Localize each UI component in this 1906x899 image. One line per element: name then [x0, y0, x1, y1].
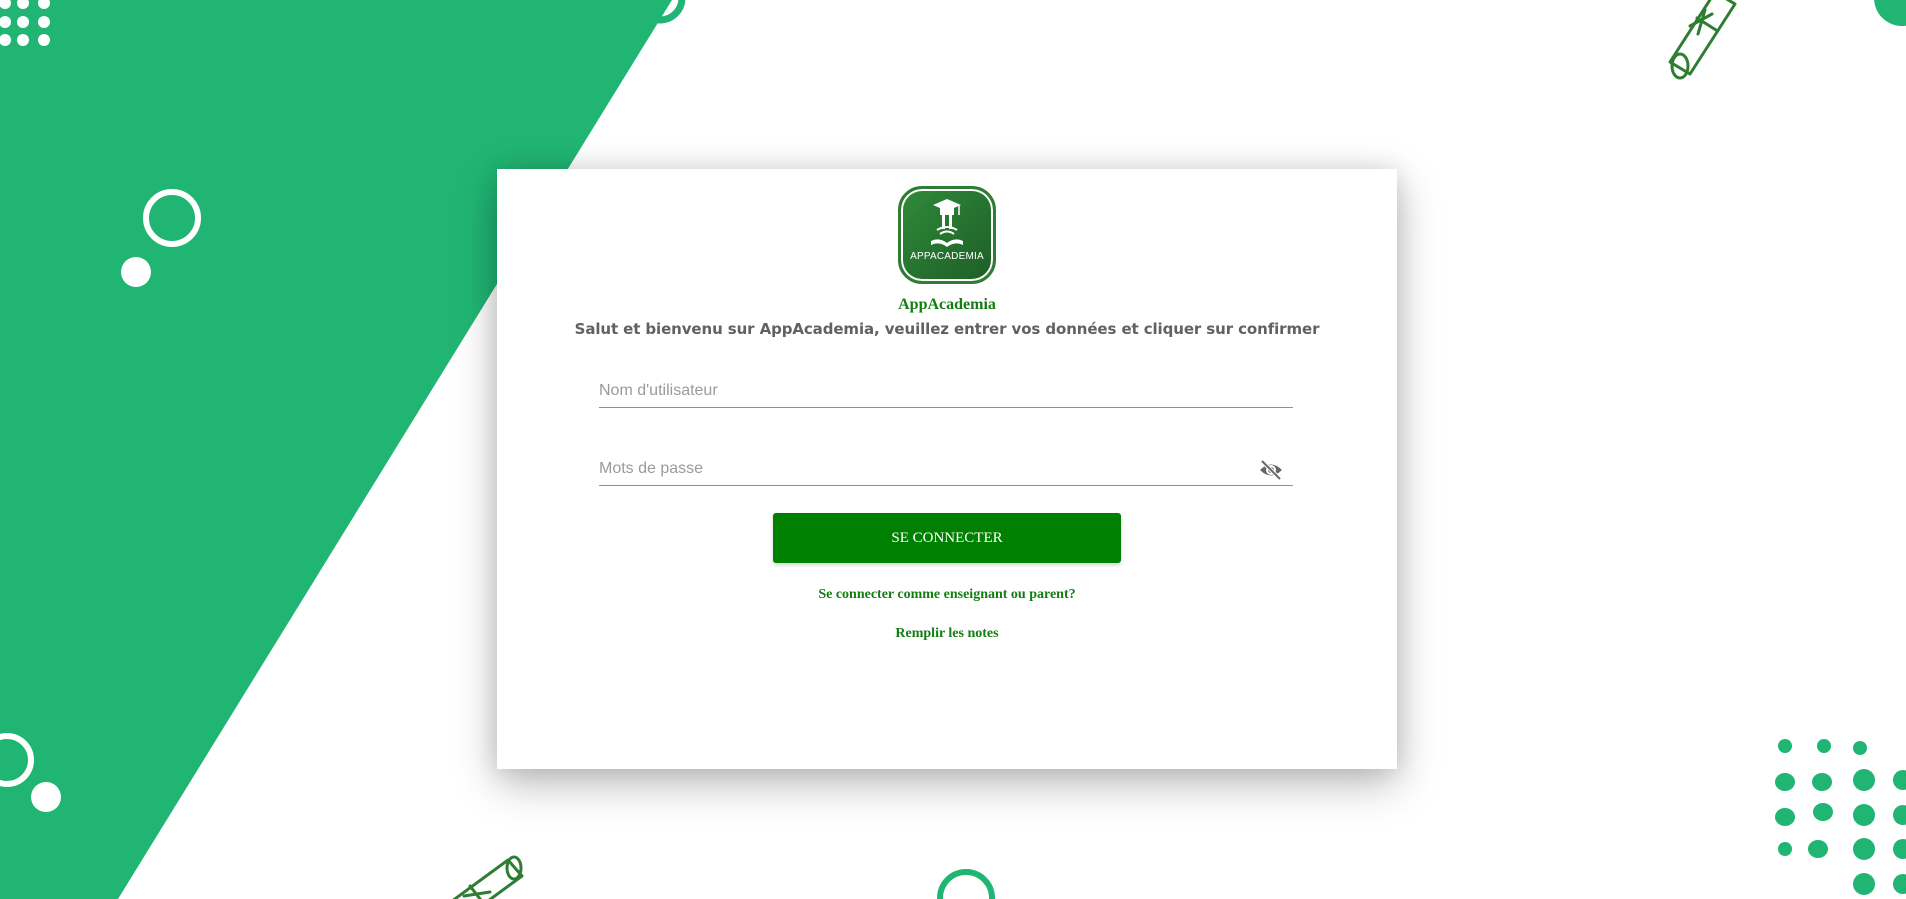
password-field [599, 455, 1293, 486]
username-input[interactable] [599, 377, 1239, 405]
diploma-scroll-icon-bottom [452, 855, 524, 899]
login-button[interactable]: SE CONNECTER [773, 513, 1121, 563]
login-card: APPACADEMIA AppAcademia Salut et bienven… [497, 169, 1397, 769]
logo-text: APPACADEMIA [910, 251, 984, 262]
app-logo: APPACADEMIA [898, 186, 996, 284]
dot-grid-bottom-right [1775, 739, 1906, 895]
dot-grid-top-left [0, 0, 50, 46]
dot-left-lower [31, 782, 61, 812]
password-input[interactable] [599, 455, 1239, 483]
dot-left-upper [121, 257, 151, 287]
graduation-cap-book-icon [931, 199, 963, 247]
username-field [599, 377, 1293, 408]
app-name: AppAcademia [898, 296, 996, 313]
circle-top-right [1874, 0, 1906, 26]
diploma-scroll-icon [1668, 0, 1737, 80]
teacher-parent-link[interactable]: Se connecter comme enseignant ou parent? [497, 587, 1397, 603]
fill-grades-link[interactable]: Remplir les notes [497, 626, 1397, 642]
welcome-message: Salut et bienvenu sur AppAcademia, veuil… [574, 320, 1320, 338]
ring-bottom [937, 869, 995, 899]
eye-slash-icon[interactable] [1259, 459, 1283, 481]
